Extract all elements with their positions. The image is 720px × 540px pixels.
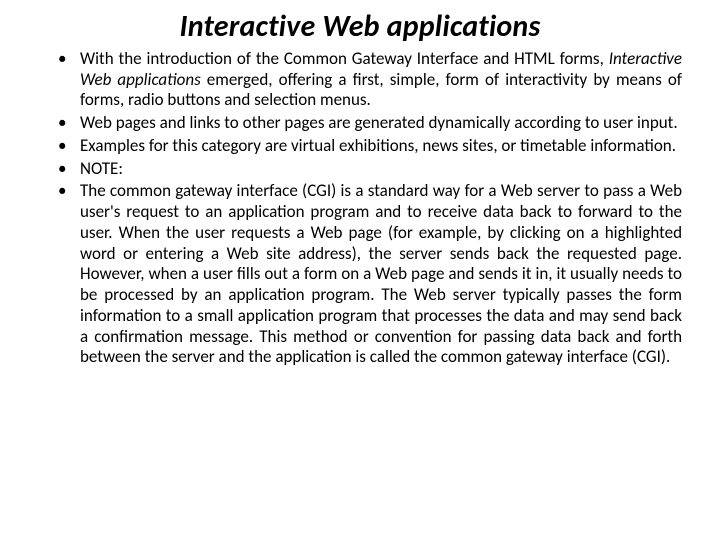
list-item: The common gateway interface (CGI) is a … — [58, 181, 682, 368]
list-item: With the introduction of the Common Gate… — [58, 49, 682, 111]
list-item: Web pages and links to other pages are g… — [58, 113, 682, 134]
text-run: With the introduction of the Common Gate… — [80, 48, 609, 69]
slide: Interactive Web applications With the in… — [0, 0, 720, 540]
bullet-list: With the introduction of the Common Gate… — [30, 49, 690, 368]
list-item: NOTE: — [58, 159, 682, 180]
list-item: Examples for this category are virtual e… — [58, 136, 682, 157]
slide-title: Interactive Web applications — [30, 8, 690, 45]
